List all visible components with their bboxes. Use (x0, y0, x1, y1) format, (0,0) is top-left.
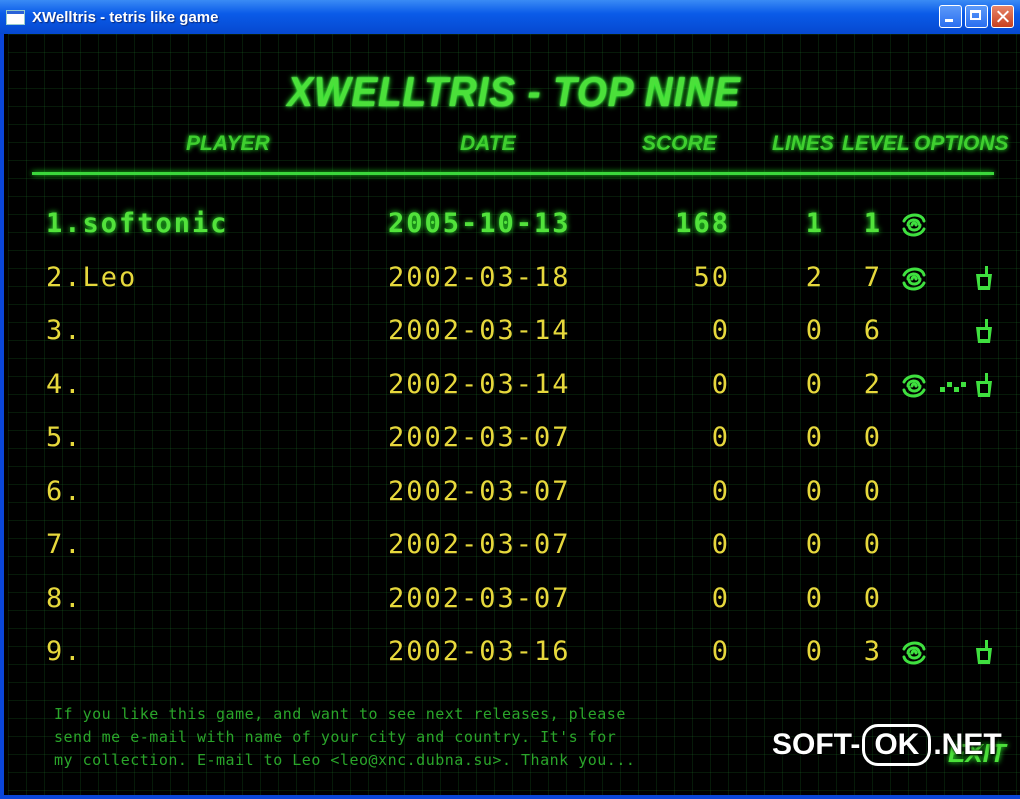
lines-cell: 0 (805, 636, 824, 667)
date-cell: 2002-03-07 (388, 422, 571, 453)
title-bar[interactable]: XWelltris - tetris like game (0, 0, 1020, 34)
level-cell: 2 (863, 368, 882, 400)
score-cell: 0 (711, 529, 730, 560)
cup-icon (970, 265, 998, 293)
lines-cell: 0 (805, 529, 824, 560)
level-cell: 0 (863, 529, 882, 560)
close-button[interactable] (991, 5, 1014, 28)
date-cell: 2002-03-14 (388, 315, 571, 346)
window-title: XWelltris - tetris like game (32, 8, 219, 26)
date-cell: 2005-10-13 (388, 208, 571, 239)
lines-cell: 0 (805, 368, 824, 400)
score-cell: 0 (711, 475, 730, 507)
date-cell: 2002-03-07 (388, 475, 571, 507)
score-cell: 0 (711, 582, 730, 614)
column-header-score: SCORE (642, 132, 717, 155)
player-cell: 5. (46, 422, 83, 453)
lines-cell: 1 (805, 208, 824, 239)
level-cell: 0 (863, 422, 882, 453)
player-cell: 2.Leo (46, 261, 138, 293)
footer-line-1: If you like this game, and want to see n… (54, 705, 626, 723)
score-cell: 50 (693, 261, 730, 293)
footer-line-3: my collection. E-mail to Leo <leo@xnc.du… (54, 751, 636, 769)
lines-cell: 0 (805, 475, 824, 507)
window-controls (939, 5, 1014, 28)
swirl-icon (900, 639, 928, 667)
header-divider (32, 172, 994, 175)
table-row: 7. 2002-03-07 0 0 0 (8, 520, 1020, 570)
watermark-right: .NET (933, 728, 1002, 761)
level-cell: 7 (863, 261, 882, 293)
column-header-options: OPTIONS (914, 132, 1009, 155)
column-header-player: PLAYER (186, 132, 270, 155)
table-row: 4. 2002-03-14 0 0 2 (8, 360, 1020, 410)
level-cell: 0 (863, 582, 882, 614)
swirl-icon (900, 265, 928, 293)
maximize-button[interactable] (965, 5, 988, 28)
swirl-icon (900, 372, 928, 400)
table-row: 3. 2002-03-14 0 0 6 (8, 306, 1020, 356)
player-cell: 1.softonic (46, 208, 229, 239)
level-cell: 3 (863, 636, 882, 667)
player-cell: 8. (46, 582, 83, 614)
lines-cell: 0 (805, 422, 824, 453)
column-header-level: LEVEL (842, 132, 910, 155)
date-cell: 2002-03-07 (388, 582, 571, 614)
app-window: XWelltris - tetris like game XWELLTRIS -… (0, 0, 1020, 799)
app-icon (6, 9, 25, 25)
game-area: XWELLTRIS - TOP NINE PLAYER DATE SCORE L… (8, 34, 1020, 795)
table-row: 1.softonic 2005-10-13 168 1 1 (8, 199, 1020, 249)
footer-message: If you like this game, and want to see n… (54, 703, 774, 772)
player-cell: 4. (46, 368, 83, 400)
score-cell: 0 (711, 422, 730, 453)
table-row: 8. 2002-03-07 0 0 0 (8, 574, 1020, 624)
date-cell: 2002-03-14 (388, 368, 571, 400)
score-cell: 0 (711, 636, 730, 667)
lines-cell: 0 (805, 582, 824, 614)
cup-icon (970, 372, 998, 400)
table-row: 5. 2002-03-07 0 0 0 (8, 413, 1020, 463)
cup-icon (970, 639, 998, 667)
score-cell: 0 (711, 315, 730, 346)
watermark: SOFT- OK .NET (772, 722, 1012, 768)
cup-icon (970, 318, 998, 346)
level-cell: 6 (863, 315, 882, 346)
watermark-left: SOFT- (772, 728, 861, 761)
page-title: XWELLTRIS - TOP NINE (287, 68, 741, 115)
date-cell: 2002-03-18 (388, 261, 571, 293)
table-row: 9. 2002-03-16 0 0 3 (8, 627, 1020, 677)
lines-cell: 0 (805, 315, 824, 346)
swirl-icon (900, 211, 928, 239)
footer-line-2: send me e-mail with name of your city an… (54, 728, 617, 746)
dots-icon (938, 372, 966, 400)
lines-cell: 2 (805, 261, 824, 293)
level-cell: 1 (863, 208, 882, 239)
date-cell: 2002-03-07 (388, 529, 571, 560)
player-cell: 7. (46, 529, 83, 560)
date-cell: 2002-03-16 (388, 636, 571, 667)
score-cell: 168 (675, 208, 730, 239)
player-cell: 6. (46, 475, 83, 507)
level-cell: 0 (863, 475, 882, 507)
column-header-date: DATE (460, 132, 516, 155)
column-header-lines: LINES (772, 132, 834, 155)
score-cell: 0 (711, 368, 730, 400)
player-cell: 9. (46, 636, 83, 667)
minimize-button[interactable] (939, 5, 962, 28)
table-row: 2.Leo 2002-03-18 50 2 7 (8, 253, 1020, 303)
table-row: 6. 2002-03-07 0 0 0 (8, 467, 1020, 517)
player-cell: 3. (46, 315, 83, 346)
watermark-box: OK (862, 724, 932, 766)
